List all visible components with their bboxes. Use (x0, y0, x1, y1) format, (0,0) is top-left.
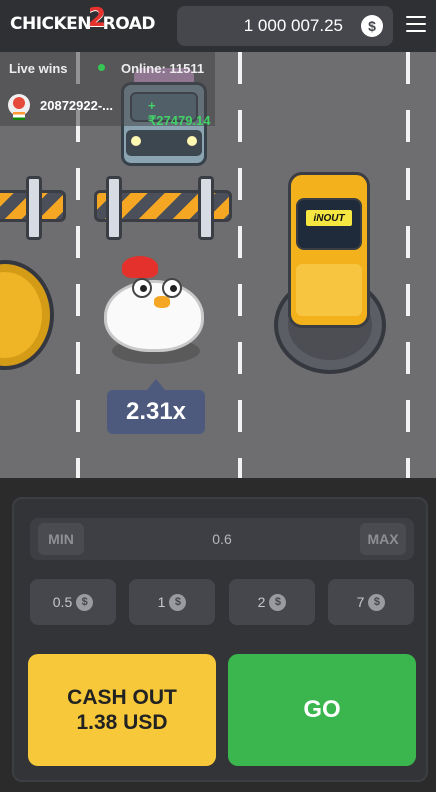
online-status-icon (98, 64, 105, 71)
online-count: Online: 11511 (121, 61, 205, 76)
cash-out-button[interactable]: CASH OUT 1.38 USD (28, 654, 216, 766)
stake-chip-2[interactable]: 2 $ (229, 579, 315, 625)
road-barrier (0, 176, 66, 240)
india-flag-icon (13, 112, 25, 120)
game-logo: CHICKEN 2 ROAD (10, 3, 156, 34)
stake-chip-1[interactable]: 1 $ (129, 579, 215, 625)
chicken-character (100, 256, 208, 366)
live-wins-panel: Live wins Online: 11511 20872922-... +₹2… (0, 52, 215, 128)
balance-display[interactable]: 1 000 007.25 $ (177, 6, 393, 46)
logo-text-road: ROAD (102, 14, 156, 34)
dollar-coin-icon: $ (76, 593, 94, 611)
dollar-coin-icon: $ (361, 15, 383, 37)
dollar-coin-icon: $ (269, 593, 287, 611)
win-amount: +₹27479.14 (148, 98, 211, 128)
lane-divider (238, 52, 242, 478)
chip-label: 1 (157, 594, 166, 610)
dollar-coin-icon: $ (169, 593, 187, 611)
dollar-coin-icon: $ (368, 593, 386, 611)
live-wins-label: Live wins (9, 61, 68, 76)
balance-amount: 1 000 007.25 (243, 16, 343, 35)
game-road: iNOUT Live wins Online: 11511 20872922-.… (0, 52, 436, 478)
top-bar: CHICKEN 2 ROAD 1 000 007.25 $ (0, 0, 436, 52)
win-username: 20872922-... (40, 98, 114, 113)
cash-out-label: CASH OUT (67, 685, 177, 709)
chip-label: 2 (257, 594, 266, 610)
stake-chip-7[interactable]: 7 $ (328, 579, 414, 625)
hamburger-menu-icon[interactable] (406, 16, 426, 32)
logo-text-chicken: CHICKEN (10, 14, 92, 34)
chip-label: 0.5 (52, 594, 73, 610)
taxi-sign: iNOUT (306, 210, 352, 226)
bet-control-panel: MIN 0.6 MAX 0.5 $ 1 $ 2 $ 7 $ CASH OUT 1… (12, 497, 428, 782)
road-barrier (94, 176, 232, 240)
go-button[interactable]: GO (228, 654, 416, 766)
stake-value[interactable]: 0.6 (180, 531, 264, 547)
taxi-vehicle: iNOUT (282, 172, 376, 328)
stake-chip-0-5[interactable]: 0.5 $ (30, 579, 116, 625)
cash-out-amount: 1.38 USD (76, 711, 168, 734)
min-stake-button[interactable]: MIN (38, 523, 84, 555)
stake-selector: MIN 0.6 MAX (30, 518, 414, 560)
multiplier-badge: 2.31x (107, 379, 205, 434)
chip-label: 7 (356, 594, 365, 610)
lane-divider (406, 52, 410, 478)
max-stake-button[interactable]: MAX (360, 523, 406, 555)
gold-manhole-coin (0, 260, 54, 370)
